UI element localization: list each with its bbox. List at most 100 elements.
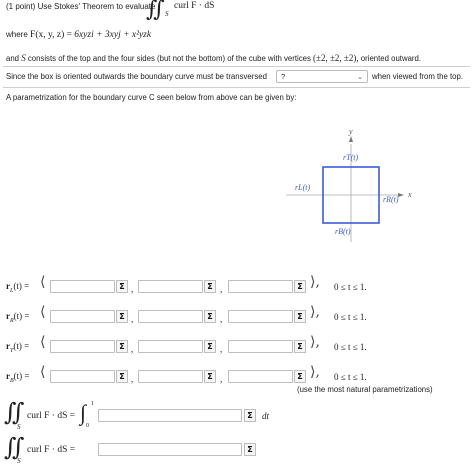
sigma-glyph: Σ — [247, 445, 253, 454]
and-text: and — [6, 54, 20, 63]
rB-y-input[interactable] — [138, 370, 203, 383]
cube-vertices: (±2, ±2, ±2), — [313, 53, 359, 63]
row-label-T: rT(t) = — [6, 341, 29, 354]
row-label-B: rB(t) = — [6, 371, 30, 384]
r-rest: (t) = — [13, 311, 30, 321]
top-curve-label: rT(t) — [343, 153, 359, 162]
sigma-icon[interactable]: Σ — [204, 310, 216, 323]
header-integrand: curl F · dS — [174, 1, 215, 11]
right-angle-bracket: ⟩, — [310, 304, 320, 320]
final-answer-input[interactable] — [98, 443, 242, 456]
problem-intro: (1 point) Use Stokes' Theorem to evaluat… — [6, 2, 155, 11]
sigma-icon[interactable]: Σ — [294, 310, 306, 323]
integrand-input[interactable] — [98, 409, 242, 422]
r-rest: (t) = — [13, 371, 30, 381]
rB-x-input[interactable] — [50, 370, 115, 383]
x-axis-label: x — [408, 190, 412, 199]
sigma-glyph: Σ — [207, 282, 213, 291]
intro-text: (1 point) Use Stokes' Theorem to evaluat… — [6, 2, 156, 11]
param-intro: A parametrization for the boundary curve… — [6, 93, 297, 102]
left-angle-bracket: ⟨ — [40, 304, 46, 320]
sigma-icon[interactable]: Σ — [294, 340, 306, 353]
row-label-R: rR(t) = — [6, 311, 30, 324]
surface-integral-sign: ∬ — [4, 400, 25, 426]
rR-x-input[interactable] — [50, 310, 115, 323]
rL-y-input[interactable] — [138, 280, 203, 293]
sigma-icon[interactable]: Σ — [294, 280, 306, 293]
integral-subscript: S — [17, 423, 21, 431]
sigma-icon[interactable]: Σ — [116, 340, 128, 353]
sigma-glyph: Σ — [297, 282, 303, 291]
rR-y-input[interactable] — [138, 310, 203, 323]
sigma-glyph: Σ — [207, 342, 213, 351]
field-lhs: F(x, y, z) = — [30, 30, 72, 40]
comma: , — [131, 374, 134, 384]
sigma-glyph: Σ — [297, 312, 303, 321]
left-curve-label: rL(t) — [295, 183, 311, 192]
sigma-icon[interactable]: Σ — [204, 280, 216, 293]
right-angle-bracket: ⟩, — [310, 334, 320, 350]
sigma-icon[interactable]: Σ — [116, 280, 128, 293]
sigma-glyph: Σ — [297, 372, 303, 381]
r-rest: (t) = — [13, 341, 30, 351]
rT-z-input[interactable] — [228, 340, 293, 353]
right-curve-label: rR(t) — [383, 195, 399, 204]
surface-integral-sign: ∬ — [4, 435, 25, 461]
left-angle-bracket: ⟨ — [40, 364, 46, 380]
left-angle-bracket: ⟨ — [40, 334, 46, 350]
sigma-icon[interactable]: Σ — [204, 340, 216, 353]
surface-text: consists of the top and the four sides (… — [27, 54, 311, 63]
t-range: 0 ≤ t ≤ 1. — [334, 342, 367, 352]
where-text: where — [6, 30, 28, 39]
comma: , — [131, 314, 134, 324]
y-axis-label: y — [349, 127, 353, 136]
rB-z-input[interactable] — [228, 370, 293, 383]
sigma-glyph: Σ — [119, 282, 125, 291]
sigma-glyph: Σ — [119, 372, 125, 381]
surface-description: and S consists of the top and the four s… — [6, 53, 421, 63]
sigma-icon[interactable]: Σ — [116, 310, 128, 323]
sigma-glyph: Σ — [207, 312, 213, 321]
orientation-select[interactable]: ? ⌄ — [276, 70, 368, 83]
orientation-after-text: when viewed from the top. — [372, 72, 464, 81]
surface-integral-sign: ∬ — [146, 0, 165, 21]
sigma-glyph: Σ — [119, 312, 125, 321]
sigma-icon[interactable]: Σ — [244, 443, 256, 456]
orientation-text: Since the box is oriented outwards the b… — [6, 72, 267, 81]
divider — [3, 87, 470, 88]
t-range: 0 ≤ t ≤ 1. — [334, 312, 367, 322]
sigma-glyph: Σ — [247, 411, 253, 420]
comma: , — [220, 344, 223, 354]
rR-z-input[interactable] — [228, 310, 293, 323]
comma: , — [220, 314, 223, 324]
y-axis-arrow — [349, 136, 353, 142]
comma: , — [131, 344, 134, 354]
rL-x-input[interactable] — [50, 280, 115, 293]
comma: , — [131, 284, 134, 294]
bottom-curve-label: rB(t) — [335, 227, 351, 236]
sigma-icon[interactable]: Σ — [116, 370, 128, 383]
rL-z-input[interactable] — [228, 280, 293, 293]
sigma-icon[interactable]: Σ — [204, 370, 216, 383]
t-range: 0 ≤ t ≤ 1. — [334, 282, 367, 292]
sigma-glyph: Σ — [119, 342, 125, 351]
surface-symbol: S — [21, 53, 26, 63]
natural-param-note: (use the most natural parametrizations) — [297, 385, 433, 394]
lower-limit: 0 — [86, 423, 89, 429]
comma: , — [220, 374, 223, 384]
t-range: 0 ≤ t ≤ 1. — [334, 372, 367, 382]
sigma-icon[interactable]: Σ — [294, 370, 306, 383]
comma: , — [220, 284, 223, 294]
sigma-glyph: Σ — [207, 372, 213, 381]
right-angle-bracket: ⟩, — [310, 364, 320, 380]
field-definition: where F(x, y, z) = 6xyzi + 3xyj + x²yzk — [6, 30, 151, 40]
rT-y-input[interactable] — [138, 340, 203, 353]
rT-x-input[interactable] — [50, 340, 115, 353]
chevron-down-icon: ⌄ — [357, 73, 363, 81]
sigma-glyph: Σ — [297, 342, 303, 351]
row-label-L: rL(t) = — [6, 281, 29, 294]
divider — [3, 66, 470, 67]
sigma-icon[interactable]: Σ — [244, 409, 256, 422]
field-rhs: 6xyzi + 3xyj + x²yzk — [74, 30, 152, 40]
right-angle-bracket: ⟩, — [310, 274, 320, 290]
